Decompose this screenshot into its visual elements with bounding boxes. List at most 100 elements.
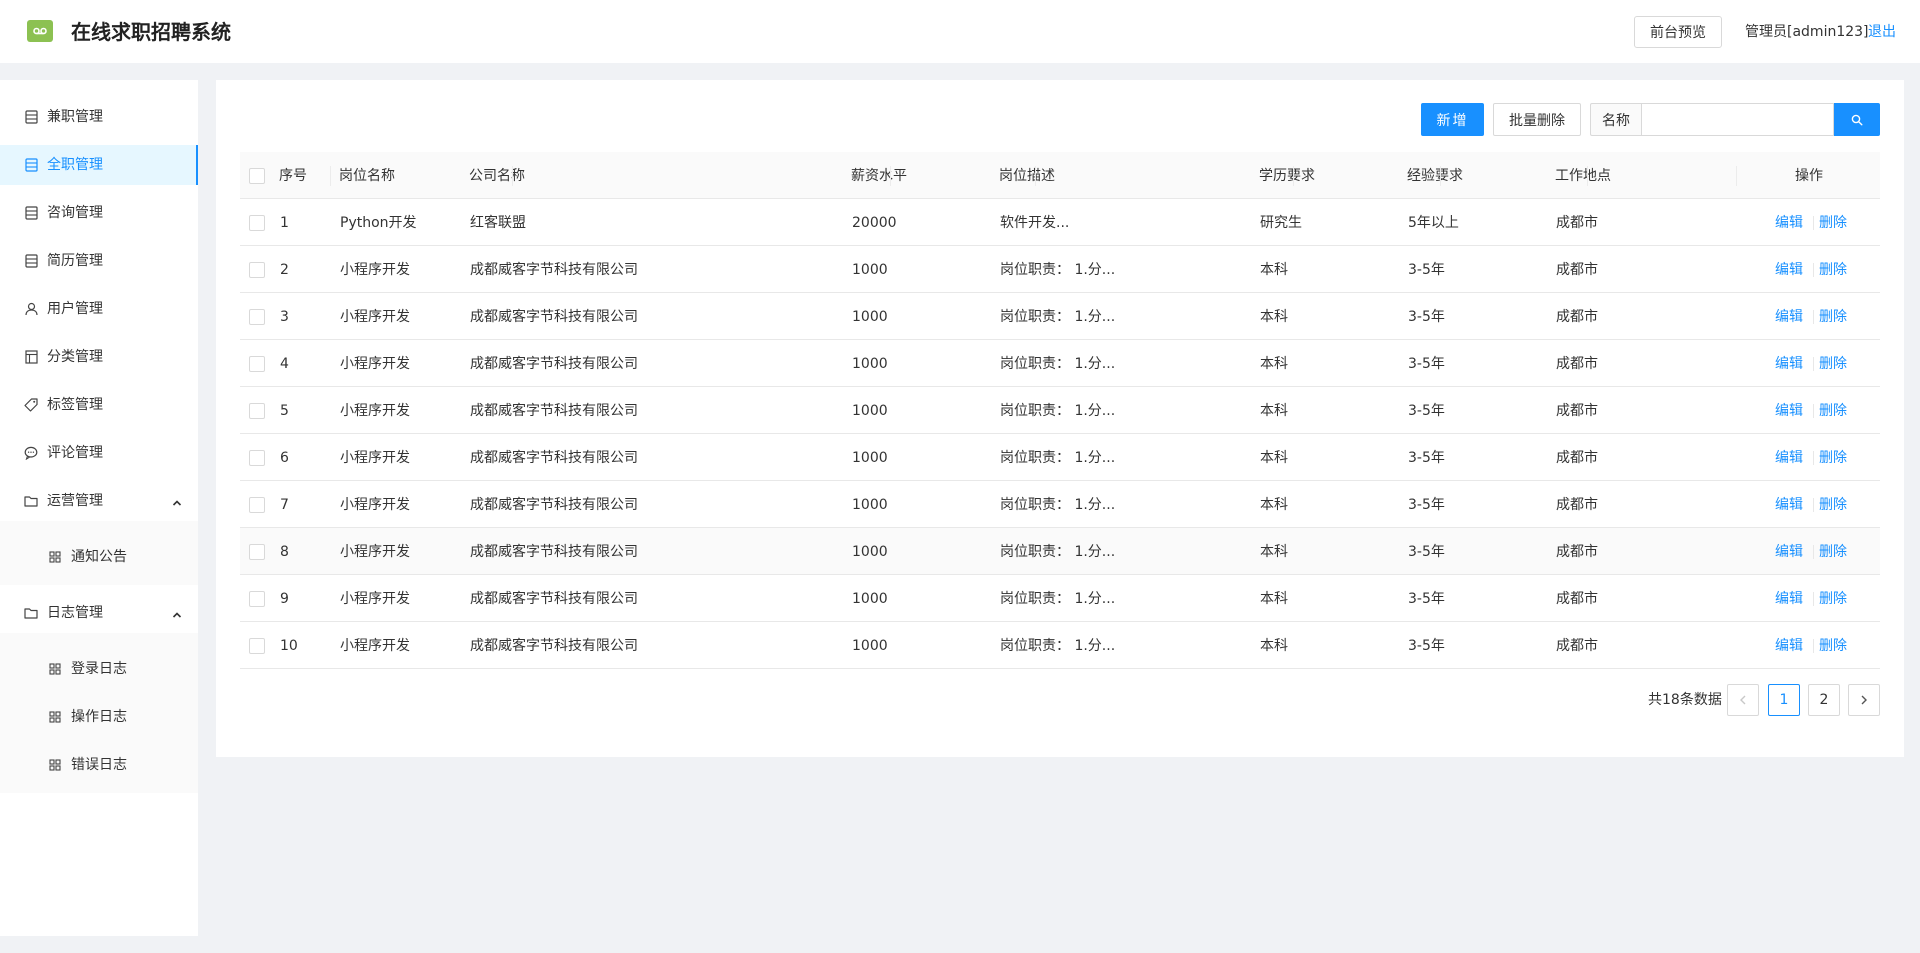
edit-button[interactable]: 编辑: [1775, 636, 1803, 656]
sidebar: 兼职管理全职管理咨询管理简历管理用户管理分类管理标签管理评论管理运营管理通知公告…: [0, 80, 198, 936]
row-checkbox[interactable]: [249, 591, 265, 607]
edit-button[interactable]: 编辑: [1775, 542, 1803, 562]
admin-user-label: 管理员[admin123]: [1745, 24, 1869, 40]
row-checkbox[interactable]: [249, 403, 265, 419]
sidebar-subitem-9-0[interactable]: 登录日志: [0, 649, 198, 689]
select-all-checkbox[interactable]: [249, 168, 265, 184]
table-row[interactable]: 1 Python开发 红客联盟 20000 软件开发... 研究生 5年以上 成都市 编辑 删除: [240, 199, 1880, 246]
batch-delete-button[interactable]: 批量删除: [1493, 103, 1581, 136]
delete-button[interactable]: 删除: [1819, 260, 1847, 280]
user-icon: [24, 302, 38, 316]
pagination-next-button[interactable]: [1848, 684, 1880, 716]
sidebar-item-8[interactable]: 运营管理: [0, 481, 198, 521]
table-row[interactable]: 3 小程序开发 成都威客字节科技有限公司 1000 岗位职责： 1.分... 本科 3-5年…: [240, 293, 1880, 340]
chevron-up-icon[interactable]: [172, 495, 182, 511]
table-row[interactable]: 6 小程序开发 成都威客字节科技有限公司 1000 岗位职责： 1.分... 本科 3-5年…: [240, 434, 1880, 481]
add-button[interactable]: 新增: [1421, 103, 1484, 136]
app-title: 在线求职招聘系统: [71, 20, 231, 44]
frontend-preview-button[interactable]: 前台预览: [1634, 16, 1722, 48]
row-checkbox[interactable]: [249, 450, 265, 466]
list-icon: [24, 206, 38, 220]
column-divider: [512, 166, 513, 186]
delete-button[interactable]: 删除: [1819, 636, 1847, 656]
table-row[interactable]: 5 小程序开发 成都威客字节科技有限公司 1000 岗位职责： 1.分... 本科 3-5年…: [240, 387, 1880, 434]
sidebar-subitem-label: 通知公告: [71, 549, 127, 565]
table-row[interactable]: 10 小程序开发 成都威客字节科技有限公司 1000 岗位职责： 1.分... 本科 3-5…: [240, 622, 1880, 669]
search-icon: [1851, 114, 1863, 126]
edit-button[interactable]: 编辑: [1775, 260, 1803, 280]
row-checkbox[interactable]: [249, 309, 265, 325]
delete-button[interactable]: 删除: [1819, 495, 1847, 515]
pagination-page-2[interactable]: 2: [1808, 684, 1840, 716]
delete-button[interactable]: 删除: [1819, 401, 1847, 421]
sidebar-item-6[interactable]: 标签管理: [0, 385, 198, 425]
table-cell: 本科: [1260, 591, 1288, 607]
grid-icon: [48, 550, 62, 564]
delete-button[interactable]: 删除: [1819, 589, 1847, 609]
edit-button[interactable]: 编辑: [1775, 448, 1803, 468]
row-checkbox[interactable]: [249, 262, 265, 278]
table-row[interactable]: 2 小程序开发 成都威客字节科技有限公司 1000 岗位职责： 1.分... 本科 3-5年…: [240, 246, 1880, 293]
sidebar-subitem-8-0[interactable]: 通知公告: [0, 537, 198, 577]
table-row[interactable]: 8 小程序开发 成都威客字节科技有限公司 1000 岗位职责： 1.分... 本科 3-5年…: [240, 528, 1880, 575]
chevron-up-icon[interactable]: [172, 607, 182, 623]
edit-button[interactable]: 编辑: [1775, 213, 1803, 233]
table-row[interactable]: 4 小程序开发 成都威客字节科技有限公司 1000 岗位职责： 1.分... 本科 3-5年…: [240, 340, 1880, 387]
edit-button[interactable]: 编辑: [1775, 495, 1803, 515]
tag-icon: [24, 398, 38, 412]
sidebar-item-2[interactable]: 咨询管理: [0, 193, 198, 233]
table-row[interactable]: 9 小程序开发 成都威客字节科技有限公司 1000 岗位职责： 1.分... 本科 3-5年…: [240, 575, 1880, 622]
column-header-2: 公司名称: [469, 168, 525, 184]
table-cell: Python开发: [340, 215, 417, 231]
column-divider: [1736, 166, 1737, 186]
delete-button[interactable]: 删除: [1819, 213, 1847, 233]
edit-button[interactable]: 编辑: [1775, 354, 1803, 374]
table-cell: 20000: [852, 215, 897, 231]
pagination-prev-button[interactable]: [1727, 684, 1759, 716]
sidebar-item-0[interactable]: 兼职管理: [0, 97, 198, 137]
delete-button[interactable]: 删除: [1819, 354, 1847, 374]
table-cell: 1000: [852, 497, 888, 513]
sidebar-item-7[interactable]: 评论管理: [0, 433, 198, 473]
sidebar-item-4[interactable]: 用户管理: [0, 289, 198, 329]
pagination-page-1[interactable]: 1: [1768, 684, 1800, 716]
sidebar-item-3[interactable]: 简历管理: [0, 241, 198, 281]
logout-link[interactable]: 退出: [1868, 22, 1896, 42]
edit-button[interactable]: 编辑: [1775, 307, 1803, 327]
sidebar-item-1[interactable]: 全职管理: [0, 145, 198, 185]
table-cell: 红客联盟: [470, 215, 526, 231]
edit-button[interactable]: 编辑: [1775, 589, 1803, 609]
column-header-4: 岗位描述: [999, 168, 1055, 184]
table-cell: 成都市: [1556, 591, 1598, 607]
sidebar-item-9[interactable]: 日志管理: [0, 593, 198, 633]
layout-icon: [24, 350, 38, 364]
sidebar-subitem-9-2[interactable]: 错误日志: [0, 745, 198, 785]
table-cell: 3-5年: [1408, 309, 1445, 325]
table-cell: 7: [280, 497, 289, 513]
table-row[interactable]: 7 小程序开发 成都威客字节科技有限公司 1000 岗位职责： 1.分... 本科 3-5年…: [240, 481, 1880, 528]
delete-button[interactable]: 删除: [1819, 307, 1847, 327]
row-checkbox[interactable]: [249, 497, 265, 513]
sidebar-item-label: 用户管理: [47, 301, 103, 317]
sidebar-item-5[interactable]: 分类管理: [0, 337, 198, 377]
edit-button[interactable]: 编辑: [1775, 401, 1803, 421]
row-checkbox[interactable]: [249, 638, 265, 654]
row-checkbox[interactable]: [249, 215, 265, 231]
table-cell: 成都市: [1556, 356, 1598, 372]
table-cell: 2: [280, 262, 289, 278]
folder-icon: [24, 606, 38, 620]
table-cell: 3-5年: [1408, 591, 1445, 607]
row-checkbox[interactable]: [249, 356, 265, 372]
table-cell: 3-5年: [1408, 356, 1445, 372]
table-cell: 成都威客字节科技有限公司: [470, 309, 638, 325]
table-cell: 3-5年: [1408, 450, 1445, 466]
search-button[interactable]: [1834, 103, 1880, 136]
table-cell: 岗位职责： 1.分...: [1000, 309, 1116, 325]
search-input[interactable]: [1641, 103, 1834, 136]
delete-button[interactable]: 删除: [1819, 542, 1847, 562]
sidebar-subitem-9-1[interactable]: 操作日志: [0, 697, 198, 737]
table-cell: 成都市: [1556, 309, 1598, 325]
folder-icon: [24, 494, 38, 508]
row-checkbox[interactable]: [249, 544, 265, 560]
delete-button[interactable]: 删除: [1819, 448, 1847, 468]
